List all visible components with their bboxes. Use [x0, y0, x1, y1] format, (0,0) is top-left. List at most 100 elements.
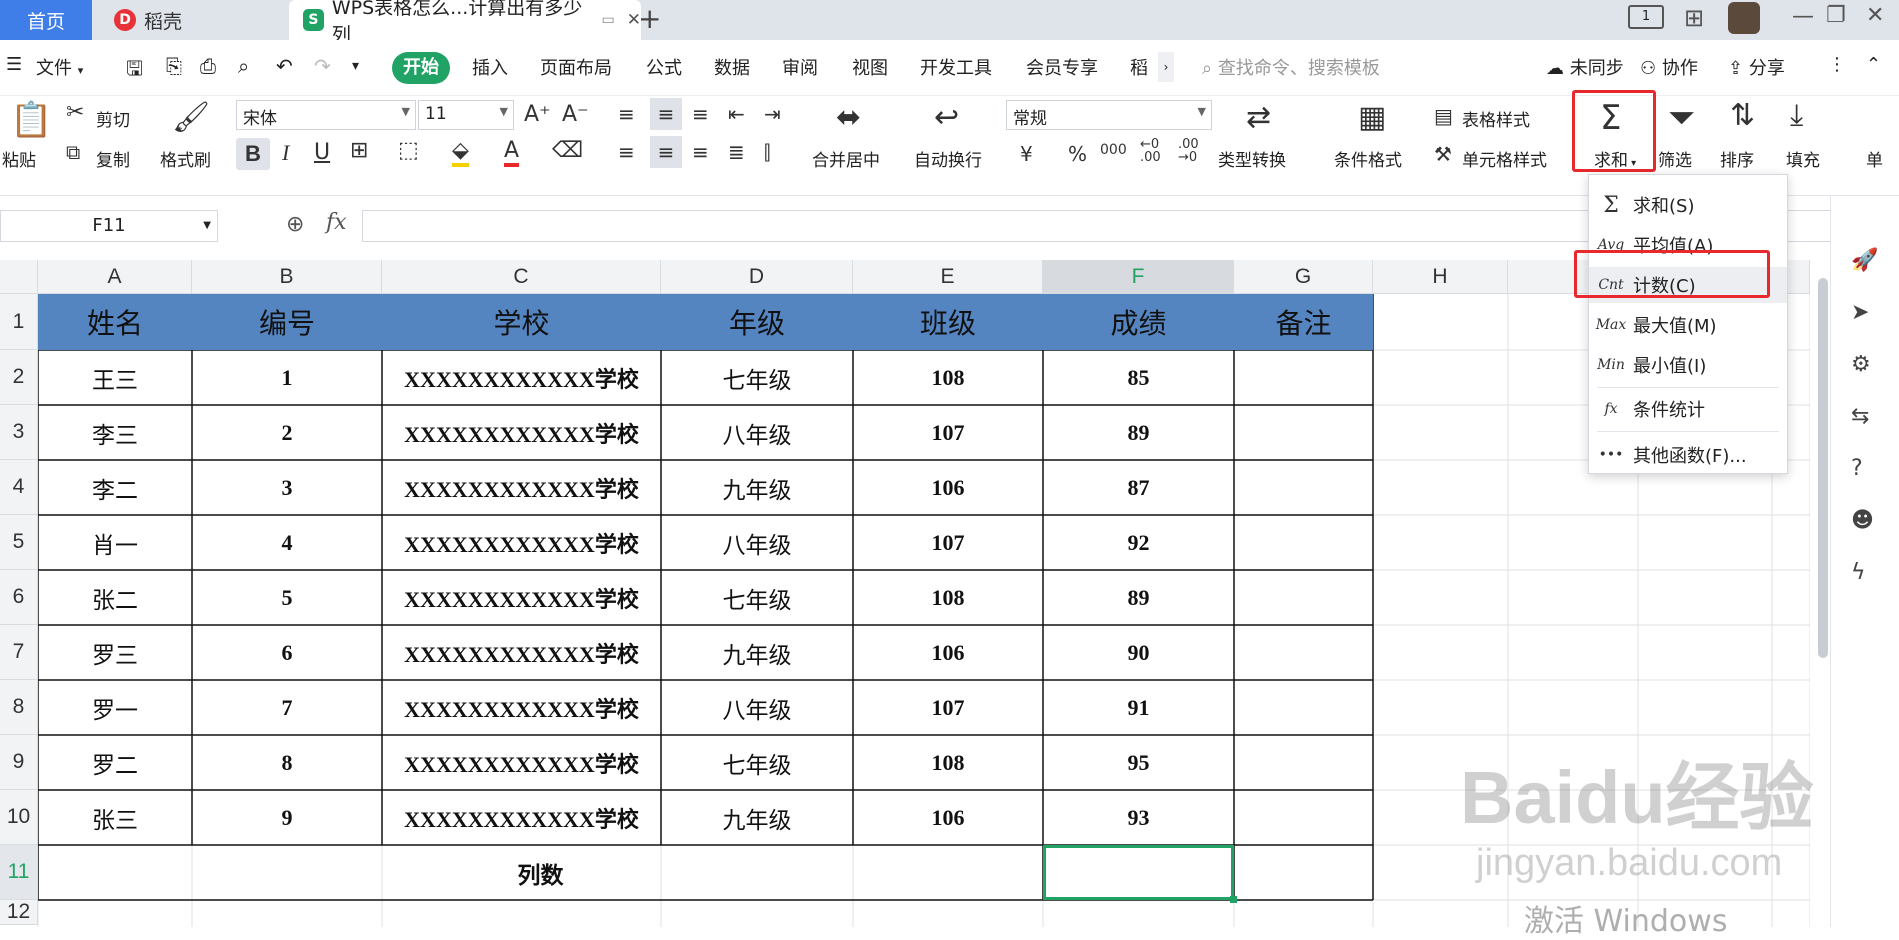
tab-start[interactable]: 开始	[392, 52, 450, 84]
table-style-icon[interactable]: ▤	[1434, 104, 1453, 128]
paste-icon[interactable]: 📋	[10, 100, 52, 140]
rocket-icon[interactable]: 🚀	[1851, 248, 1878, 273]
table-cell[interactable]: XXXXXXXXXXXX学校	[382, 405, 661, 460]
collapse-ribbon-icon[interactable]: ⌃	[1866, 54, 1881, 75]
redo-icon[interactable]: ↷	[314, 54, 331, 78]
tab-developer[interactable]: 开发工具	[920, 54, 992, 80]
table-cell[interactable]: 王三	[38, 350, 192, 405]
border-icon[interactable]: ⊞	[350, 138, 368, 163]
dropdown-item-3[interactable]: Max 最大值(M)	[1589, 307, 1787, 343]
table-cell[interactable]: XXXXXXXXXXXX学校	[382, 790, 661, 845]
type-convert-icon[interactable]: ⇄	[1246, 100, 1271, 135]
table-cell[interactable]: XXXXXXXXXXXX学校	[382, 570, 661, 625]
table-cell[interactable]: 107	[853, 515, 1043, 570]
align-right-icon[interactable]: ≡	[692, 140, 709, 164]
copy-button[interactable]: 复制	[96, 146, 130, 171]
vertical-scrollbar[interactable]	[1818, 278, 1828, 658]
hamburger-icon[interactable]: ☰	[6, 54, 22, 75]
single-button[interactable]: 单	[1866, 146, 1883, 171]
table-cell[interactable]: XXXXXXXXXXXX学校	[382, 515, 661, 570]
table-cell[interactable]: 7	[192, 680, 382, 735]
row-header-6[interactable]: 6	[0, 570, 38, 625]
table-cell[interactable]: 七年级	[661, 570, 853, 625]
table-cell[interactable]: 95	[1043, 735, 1234, 790]
table-cell[interactable]: 92	[1043, 515, 1234, 570]
quick-access-dropdown-icon[interactable]: ▾	[352, 58, 359, 74]
tab-formula[interactable]: 公式	[646, 54, 682, 80]
print-preview-icon[interactable]: ⌕	[238, 54, 249, 78]
table-cell[interactable]: 108	[853, 570, 1043, 625]
filter-button[interactable]: 筛选	[1658, 146, 1692, 171]
row-header-7[interactable]: 7	[0, 625, 38, 680]
outdent-icon[interactable]: ⇤	[728, 102, 745, 126]
tab-insert[interactable]: 插入	[472, 54, 508, 80]
table-cell[interactable]: 89	[1043, 570, 1234, 625]
align-bottom-icon[interactable]: ≡	[692, 102, 709, 126]
row-header-11[interactable]: 11	[0, 845, 38, 900]
search-input[interactable]: ⌕ 查找命令、搜索模板	[1202, 54, 1380, 80]
table-cell[interactable]: 九年级	[661, 790, 853, 845]
table-cell[interactable]: 罗一	[38, 680, 192, 735]
tab-view[interactable]: 视图	[852, 54, 888, 80]
robot-icon[interactable]: ☻	[1851, 508, 1874, 533]
row-header-1[interactable]: 1	[0, 294, 38, 350]
minimize-icon[interactable]: —	[1792, 4, 1814, 29]
percent-button[interactable]: %	[1068, 142, 1087, 166]
table-cell[interactable]: 八年级	[661, 515, 853, 570]
column-header-g[interactable]: G	[1234, 260, 1373, 294]
table-cell[interactable]: 85	[1043, 350, 1234, 405]
sort-button[interactable]: 排序	[1720, 146, 1754, 171]
row-header-10[interactable]: 10	[0, 790, 38, 845]
table-cell[interactable]: 张三	[38, 790, 192, 845]
tab-member[interactable]: 会员专享	[1026, 54, 1098, 80]
font-size-select[interactable]: 11 ▼	[418, 100, 514, 130]
table-cell[interactable]: 九年级	[661, 625, 853, 680]
row-header-8[interactable]: 8	[0, 680, 38, 735]
tab-daoke[interactable]: D 稻壳	[104, 0, 284, 40]
table-header-cell[interactable]: 年级	[661, 294, 853, 350]
scissors-icon[interactable]: ✂	[66, 100, 84, 125]
fill-pattern-icon[interactable]: ⬚	[398, 138, 419, 163]
merge-center-icon[interactable]: ⬌	[836, 100, 861, 135]
table-cell[interactable]: 七年级	[661, 735, 853, 790]
table-cell[interactable]	[1234, 350, 1373, 405]
table-header-cell[interactable]: 备注	[1234, 294, 1373, 350]
table-cell[interactable]: 106	[853, 625, 1043, 680]
avatar[interactable]	[1728, 2, 1760, 34]
tab-review[interactable]: 审阅	[782, 54, 818, 80]
table-cell[interactable]: 2	[192, 405, 382, 460]
table-cell[interactable]: XXXXXXXXXXXX学校	[382, 735, 661, 790]
decrease-decimal-icon[interactable]: .00 →0	[1178, 138, 1199, 164]
share-button[interactable]: ⇪ 分享	[1728, 54, 1785, 80]
fill-color-icon[interactable]: ⬙	[452, 138, 469, 167]
tab-document[interactable]: S WPS表格怎么...计算出有多少列 ▭ ✕	[289, 0, 641, 46]
table-cell[interactable]: 91	[1043, 680, 1234, 735]
row-header-5[interactable]: 5	[0, 515, 38, 570]
table-cell[interactable]: 89	[1043, 405, 1234, 460]
cell-style-button[interactable]: 单元格样式	[1462, 146, 1547, 171]
font-name-select[interactable]: 宋体 ▼	[236, 100, 416, 130]
table-cell[interactable]: 107	[853, 405, 1043, 460]
dropdown-item-5[interactable]: fx 条件统计	[1589, 391, 1787, 427]
currency-button[interactable]: ¥	[1020, 142, 1033, 166]
table-cell[interactable]: 罗二	[38, 735, 192, 790]
table-header-cell[interactable]: 编号	[192, 294, 382, 350]
conditional-format-icon[interactable]: ▦	[1358, 100, 1386, 135]
file-menu[interactable]: 文件 ▾	[36, 54, 83, 80]
table-header-cell[interactable]: 学校	[382, 294, 661, 350]
table-cell[interactable]: 1	[192, 350, 382, 405]
decrease-font-icon[interactable]: A⁻	[562, 102, 589, 127]
align-left-icon[interactable]: ≡	[618, 140, 635, 164]
table-cell[interactable]	[1234, 460, 1373, 515]
align-center-icon[interactable]: ≡	[650, 136, 682, 168]
transform-icon[interactable]: ⇆	[1851, 404, 1869, 429]
table-cell[interactable]: 93	[1043, 790, 1234, 845]
align-middle-icon[interactable]: ≡	[650, 98, 682, 130]
reading-mode-icon[interactable]: 1	[1628, 5, 1664, 29]
restore-icon[interactable]: ❐	[1826, 3, 1846, 28]
table-cell[interactable]: 87	[1043, 460, 1234, 515]
table-cell[interactable]: 4	[192, 515, 382, 570]
zoom-formula-icon[interactable]: ⊕	[286, 212, 304, 237]
justify-icon[interactable]: ≣	[728, 140, 745, 164]
table-cell[interactable]: 5	[192, 570, 382, 625]
